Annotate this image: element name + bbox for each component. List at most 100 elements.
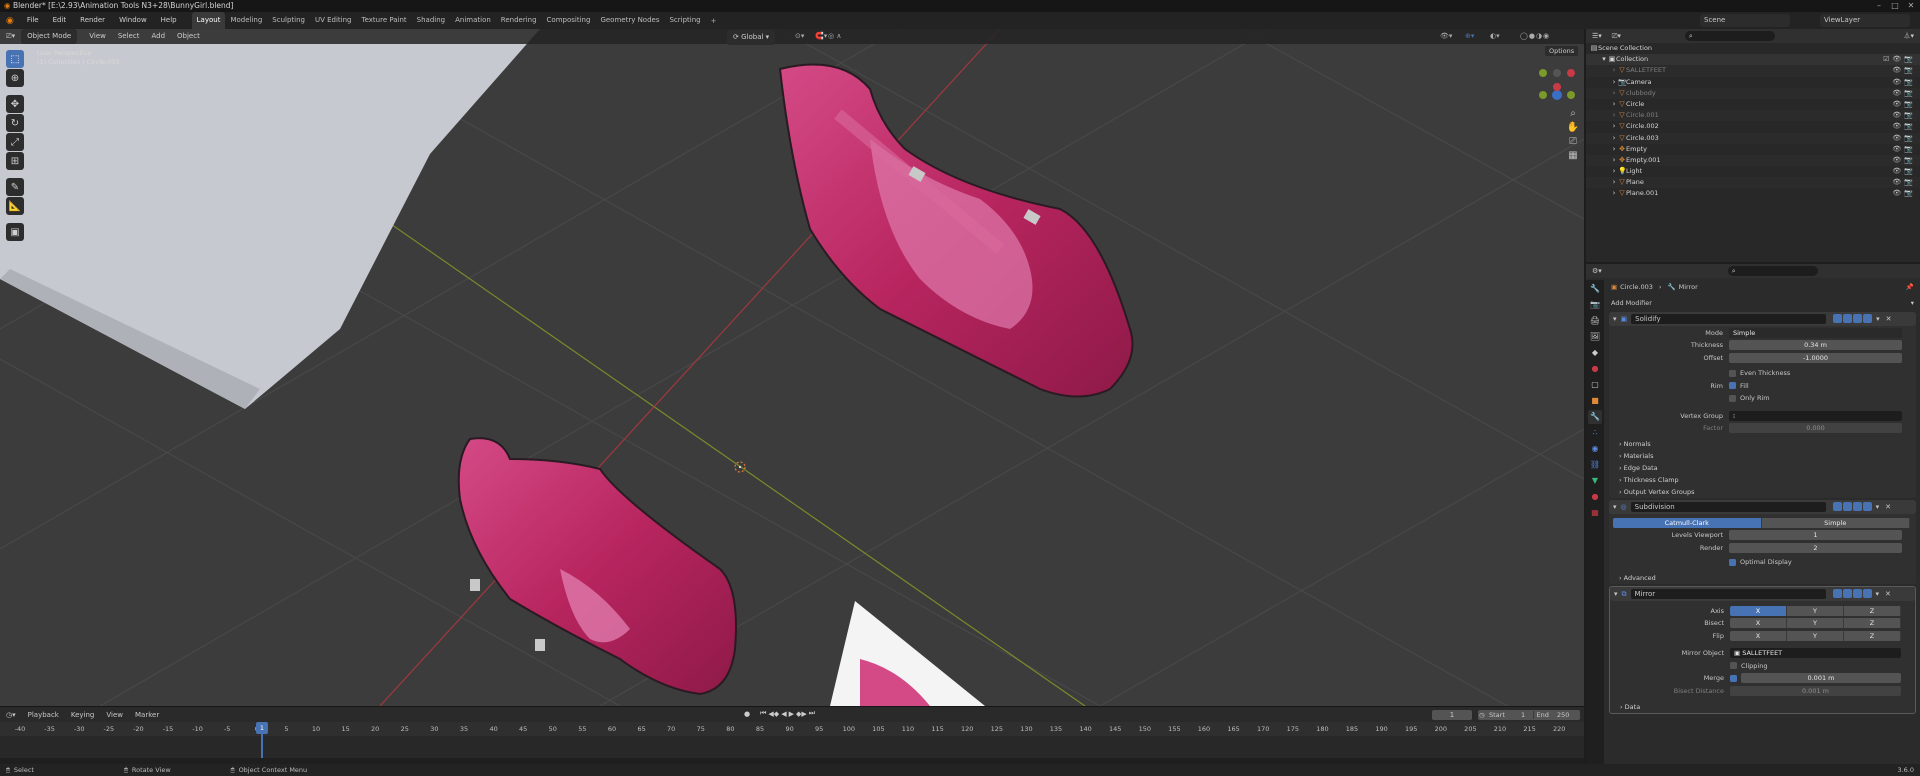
viewport-menu-object[interactable]: Object [171,29,206,44]
tool-tab-icon[interactable]: 🔧 [1588,282,1602,296]
transform-tool-icon[interactable]: ⊞ [6,152,24,170]
close-icon[interactable]: ✕ [1904,0,1918,12]
workspace-tab-texture-paint[interactable]: Texture Paint [357,12,412,29]
viewlayer-selector[interactable]: ViewLayer [1820,14,1910,27]
timeline-menu-playback[interactable]: Playback [22,707,65,723]
mode-dropdown[interactable]: Simple [1729,327,1902,338]
simple-button[interactable]: Simple [1761,517,1910,528]
scale-tool-icon[interactable]: ⤢ [6,133,24,151]
subpanel-thickness-clamp[interactable]: › Thickness Clamp [1609,474,1916,486]
factor-field[interactable]: 0.000 [1729,423,1902,434]
menu-edit[interactable]: Edit [46,12,74,29]
modifier-toggle-icons[interactable] [1832,501,1872,513]
3d-viewport[interactable]: User Perspective (1) Collection | Circle… [0,29,1584,706]
mirror-header[interactable]: ▾ ⧉ Mirror ▾ ✕ [1610,587,1915,601]
particles-tab-icon[interactable]: ∴ [1588,426,1602,440]
workspace-tab-modeling[interactable]: Modeling [225,12,267,29]
workspace-tab-rendering[interactable]: Rendering [496,12,542,29]
expand-icon[interactable]: › [1610,177,1618,188]
dropdown-icon[interactable]: ▾ [1876,590,1880,598]
workspace-tab-sculpting[interactable]: Sculpting [267,12,310,29]
outliner-item[interactable]: › ▽Circle.002 👁📷 [1586,121,1920,132]
axis-x-button[interactable]: X [1730,605,1787,616]
current-frame-field[interactable]: 1 [1432,710,1472,720]
overlay-toggle-icon[interactable]: ◐▾ [1490,29,1500,44]
workspace-tab-shading[interactable]: Shading [412,12,450,29]
subdivision-name-field[interactable]: Subdivision [1630,502,1826,512]
outliner-item[interactable]: › ▽SALLETFEET 👁📷 [1586,65,1920,77]
dropdown-icon[interactable]: ▾ [1876,503,1880,511]
subpanel-edge-data[interactable]: › Edge Data [1609,462,1916,474]
menu-render[interactable]: Render [73,12,112,29]
expand-icon[interactable]: › [1610,88,1618,99]
solidify-name-field[interactable]: Solidify [1631,314,1827,324]
scene-collection-row[interactable]: ▤Scene Collection [1586,43,1920,54]
add-cube-tool-icon[interactable]: ▣ [6,223,24,241]
visibility-icons[interactable]: 👁📷 [1892,177,1916,188]
outliner-item[interactable]: › ▽Plane 👁📷 [1586,177,1920,189]
collection-row[interactable]: ▾ ▣Collection ☑👁📷 [1586,54,1920,66]
measure-tool-icon[interactable]: 📐 [6,197,24,215]
expand-icon[interactable]: › [1610,99,1618,110]
select-box-tool-icon[interactable]: ⬚ [6,50,24,68]
pan-hand-icon[interactable]: ✋ [1566,121,1580,135]
collapse-icon[interactable]: ▾ [1614,590,1618,598]
move-tool-icon[interactable]: ✥ [6,95,24,113]
fill-checkbox[interactable] [1729,382,1736,390]
prev-key-icon[interactable]: ◀◆ [768,710,779,718]
timeline-menu-marker[interactable]: Marker [129,707,165,723]
expand-icon[interactable]: › [1610,133,1618,144]
workspace-tab-uv-editing[interactable]: UV Editing [310,12,357,29]
visibility-icons[interactable]: 👁📷 [1892,166,1916,177]
outliner-item[interactable]: › 📷Camera 👁📷 [1586,77,1920,88]
perspective-toggle-icon[interactable]: ▦ [1566,149,1580,163]
expand-icon[interactable]: › [1610,121,1618,132]
filter-icon[interactable]: ⏃▾ [1903,31,1914,41]
collection-tab-icon[interactable]: ▢ [1588,378,1602,392]
play-icon[interactable]: ▶ [789,710,794,718]
viewport-menu-add[interactable]: Add [145,29,171,44]
levels-field[interactable]: 1 [1729,530,1902,541]
visibility-icons[interactable]: 👁📷 [1892,65,1916,76]
merge-field[interactable]: 0.001 m [1741,673,1901,684]
zoom-icon[interactable]: ⌕ [1566,107,1580,121]
add-modifier-button[interactable]: Add Modifier ▾ [1605,296,1920,310]
workspace-tab-geometry-nodes[interactable]: Geometry Nodes [595,12,664,29]
start-frame-field[interactable]: Start 1 [1486,711,1533,719]
object-tab-icon[interactable]: ■ [1588,394,1602,408]
workspace-tab-animation[interactable]: Animation [450,12,496,29]
subdivision-header[interactable]: ▾ ◎ Subdivision ▾ ✕ [1609,500,1916,514]
timeline-editor-icon[interactable]: ◷▾ [0,711,22,719]
shading-modes-icon[interactable]: ◯●◑◉ [1520,29,1550,44]
menu-window[interactable]: Window [112,12,154,29]
mirror-object-field[interactable]: ▣ SALLETFEET [1730,648,1901,659]
world-tab-icon[interactable]: ● [1588,362,1602,376]
merge-checkbox[interactable] [1730,674,1737,682]
catmull-clark-button[interactable]: Catmull-Clark [1613,517,1762,528]
modifier-tab-icon[interactable]: 🔧 [1588,410,1602,424]
advanced-subpanel[interactable]: › Advanced [1609,572,1916,584]
subpanel-materials[interactable]: › Materials [1609,450,1916,462]
modifier-toggle-icons[interactable] [1832,313,1873,325]
orientation-selector[interactable]: ⟳ Global ▾ [727,30,776,45]
mode-selector[interactable]: Object Mode [21,29,78,44]
visibility-icons[interactable]: 👁📷 [1892,99,1916,110]
visibility-icons[interactable]: 👁📷 [1892,77,1916,88]
expand-icon[interactable]: ▾ [1600,54,1608,65]
jump-end-icon[interactable]: ⏭ [809,709,815,718]
flip-x-button[interactable]: X [1730,630,1787,641]
scene-selector[interactable]: Scene [1700,14,1790,27]
modifier-toggle-icons[interactable] [1832,588,1872,600]
axis-y-button[interactable]: Y [1787,605,1844,616]
menu-file[interactable]: File [20,12,46,29]
menu-help[interactable]: Help [154,12,184,29]
visibility-icons[interactable]: 👁📷 [1892,121,1916,132]
rotate-tool-icon[interactable]: ↻ [6,114,24,132]
expand-icon[interactable]: › [1610,65,1618,76]
cursor-tool-icon[interactable]: ⊕ [6,69,24,87]
maximize-icon[interactable]: □ [1888,0,1902,12]
collapse-icon[interactable]: ▾ [1613,315,1617,323]
annotate-tool-icon[interactable]: ✎ [6,178,24,196]
visibility-icons[interactable]: 👁📷 [1892,110,1916,121]
thickness-field[interactable]: 0.34 m [1729,340,1902,351]
